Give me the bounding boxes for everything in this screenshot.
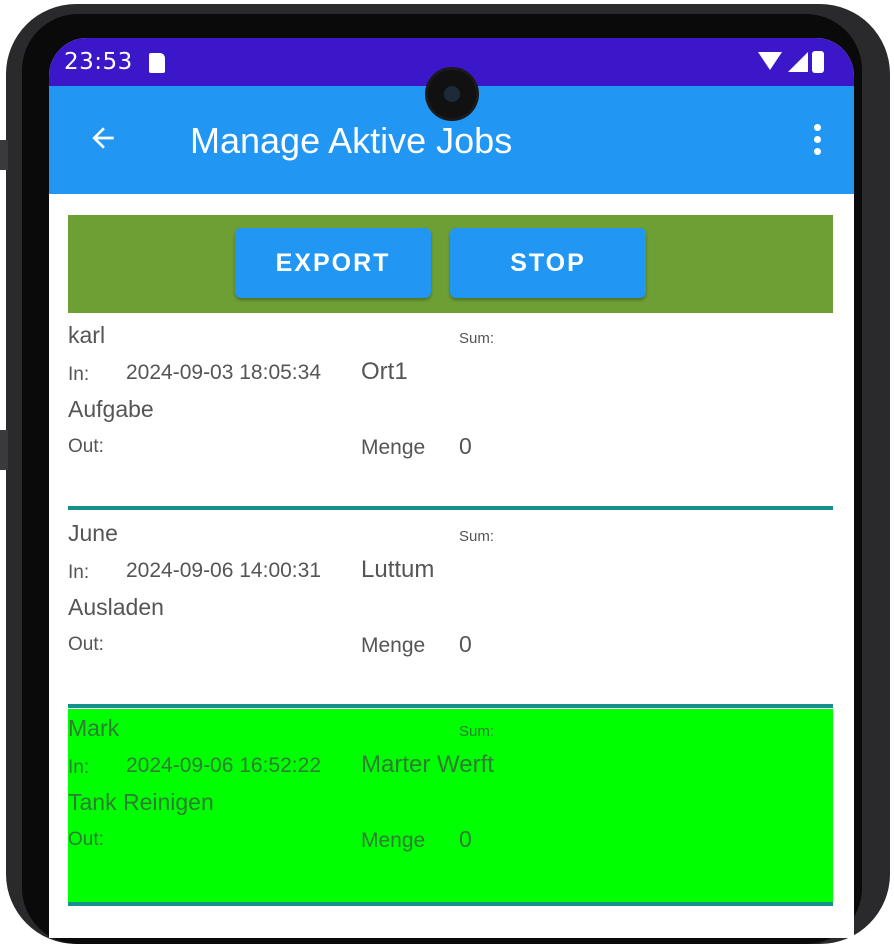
job-menge-value: 0 [459,826,472,852]
more-vert-icon[interactable] [814,124,822,156]
job-in-label: In: [68,562,90,583]
front-camera [428,70,476,118]
action-toolbar: EXPORT STOP [68,215,833,313]
sd-card-icon [149,53,165,73]
job-sum-label: Sum: [459,723,495,740]
job-in-time: 2024-09-06 14:00:31 [126,559,321,582]
list-divider [68,902,833,906]
job-menge-label: Menge [361,829,426,852]
job-out-label: Out: [68,829,104,850]
job-menge-label: Menge [361,634,426,657]
job-in-time: 2024-09-06 16:52:22 [126,754,321,777]
list-divider [68,506,833,510]
job-worker-name: June [68,520,118,546]
job-list-item[interactable]: karl Sum: In: 2024-09-03 18:05:34 Ort1 A… [68,316,833,510]
job-in-label: In: [68,757,90,778]
job-worker-name: Mark [68,715,120,741]
signal-icon [788,52,808,72]
job-location: Marter Werft [361,751,494,778]
job-location: Ort1 [361,358,408,385]
job-menge-label: Menge [361,436,426,459]
job-worker-name: karl [68,322,106,348]
job-list-item-selected[interactable]: Mark Sum: In: 2024-09-06 16:52:22 Marter… [68,709,833,906]
export-button[interactable]: EXPORT [235,228,431,298]
job-menge-value: 0 [459,433,472,459]
phone-side-button [0,140,8,170]
phone-side-button [0,430,8,470]
job-out-label: Out: [68,436,104,457]
stop-button[interactable]: STOP [450,228,646,298]
job-menge-value: 0 [459,631,472,657]
job-location: Luttum [361,556,435,583]
job-task: Ausladen [68,594,164,620]
arrow-back-icon[interactable] [87,122,119,154]
job-sum-label: Sum: [459,330,495,347]
device-screen: 23:53 Manage Aktive Jobs EXPORT STOP kar… [49,38,854,938]
list-divider [68,704,833,708]
job-list-item[interactable]: June Sum: In: 2024-09-06 14:00:31 Luttum… [68,514,833,708]
job-out-label: Out: [68,634,104,655]
status-time: 23:53 [64,49,133,75]
job-in-time: 2024-09-03 18:05:34 [126,361,321,384]
job-task: Aufgabe [68,396,154,422]
page-title: Manage Aktive Jobs [190,120,513,161]
job-sum-label: Sum: [459,528,495,545]
job-task: Tank Reinigen [68,789,214,815]
wifi-icon [758,52,782,70]
battery-icon [812,51,824,73]
job-in-label: In: [68,364,90,385]
